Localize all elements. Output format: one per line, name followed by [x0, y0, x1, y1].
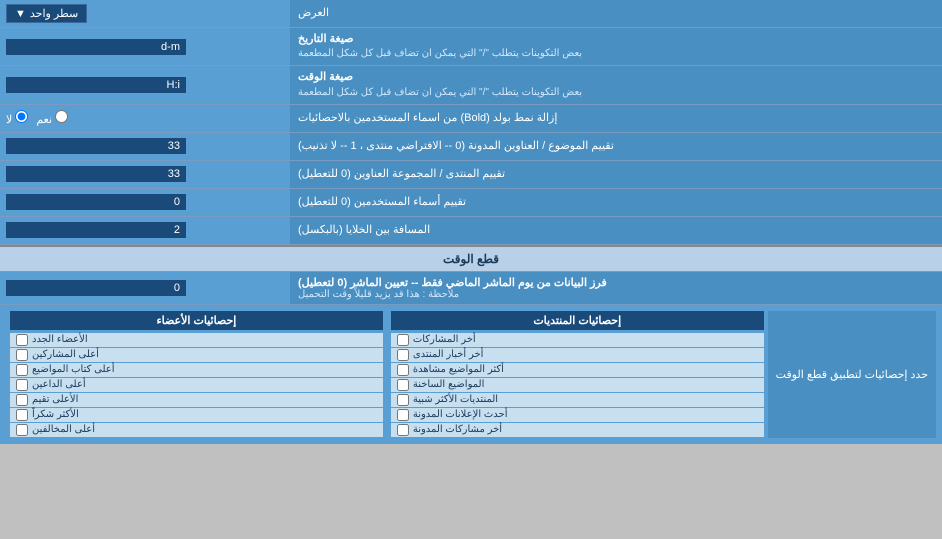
stats-item-5: أحدث الإعلانات المدونة — [391, 408, 764, 422]
forum-sort-field[interactable] — [6, 166, 186, 182]
stats-member-2: أعلى كتاب المواضيع — [10, 363, 383, 377]
stats-item-6: أخر مشاركات المدونة — [391, 423, 764, 437]
stats-members-col: إحصائيات الأعضاء الأعضاء الجدد أعلى المش… — [6, 311, 387, 438]
stats-member-1: أعلى المشاركين — [10, 348, 383, 362]
stats-member-6: أعلى المخالفين — [10, 423, 383, 437]
time-format-label: صيغة الوقت بعض التكوينات يتطلب "/" التي … — [290, 66, 942, 103]
cutoff-row-label: فرز البيانات من يوم الماشر الماضي فقط --… — [290, 272, 942, 304]
gap-label: المسافة بين الخلايا (بالبكسل) — [290, 217, 942, 244]
forum-sort-input-container — [0, 161, 290, 188]
stats-checkbox-section-label: حدد إحصائيات لتطبيق قطع الوقت — [768, 311, 936, 438]
stats-participations-check-6[interactable] — [397, 424, 409, 436]
display-input[interactable]: سطر واحد ▼ — [0, 0, 290, 27]
topic-sort-label: تقييم الموضوع / العناوين المدونة (0 -- ا… — [290, 133, 942, 160]
bold-no-label: لا — [6, 110, 28, 126]
stats-members-check-0[interactable] — [16, 334, 28, 346]
stats-item-4: المنتديات الأكثر شبية — [391, 393, 764, 407]
stats-item-3: المواضيع الساخنة — [391, 378, 764, 392]
stats-participations-check-3[interactable] — [397, 379, 409, 391]
time-format-field[interactable] — [6, 77, 186, 93]
stats-section: حدد إحصائيات لتطبيق قطع الوقت إحصائيات ا… — [0, 305, 942, 444]
stats-item-0: أخر المشاركات — [391, 333, 764, 347]
date-format-label: صيغة التاريخ بعض التكوينات يتطلب "/" الت… — [290, 28, 942, 65]
stats-participations-check-4[interactable] — [397, 394, 409, 406]
stats-members-check-2[interactable] — [16, 364, 28, 376]
stats-members-header: إحصائيات الأعضاء — [10, 311, 383, 330]
topic-sort-field[interactable] — [6, 138, 186, 154]
bold-yes-radio[interactable] — [55, 110, 68, 123]
gap-input-container — [0, 217, 290, 244]
bold-remove-input-container: نعم لا — [0, 105, 290, 132]
stats-participations-col: إحصائيات المنتديات أخر المشاركات أخر أخب… — [387, 311, 768, 438]
stats-members-check-4[interactable] — [16, 394, 28, 406]
stats-members-check-5[interactable] — [16, 409, 28, 421]
stats-participations-check-5[interactable] — [397, 409, 409, 421]
stats-item-2: أكثر المواضيع مشاهدة — [391, 363, 764, 377]
gap-field[interactable] — [6, 222, 186, 238]
cutoff-field[interactable] — [6, 280, 186, 296]
usernames-sort-input-container — [0, 189, 290, 216]
topic-sort-input-container — [0, 133, 290, 160]
stats-member-4: الأعلى تقيم — [10, 393, 383, 407]
date-format-input-container — [0, 28, 290, 65]
bold-no-radio[interactable] — [15, 110, 28, 123]
stats-members-check-6[interactable] — [16, 424, 28, 436]
stats-member-5: الأكثر شكراً — [10, 408, 383, 422]
usernames-sort-field[interactable] — [6, 194, 186, 210]
bold-remove-label: إزالة نمط بولد (Bold) من اسماء المستخدمي… — [290, 105, 942, 132]
stats-item-1: أخر أخبار المنتدى — [391, 348, 764, 362]
stats-members-check-3[interactable] — [16, 379, 28, 391]
cutoff-section-header: قطع الوقت — [0, 245, 942, 272]
stats-participations-check-2[interactable] — [397, 364, 409, 376]
stats-participations-header: إحصائيات المنتديات — [391, 311, 764, 330]
stats-participations-check-1[interactable] — [397, 349, 409, 361]
bold-yes-label: نعم — [36, 110, 68, 126]
stats-participations-check-0[interactable] — [397, 334, 409, 346]
stats-members-check-1[interactable] — [16, 349, 28, 361]
time-format-input-container — [0, 66, 290, 103]
usernames-sort-label: تقييم أسماء المستخدمين (0 للتعطيل) — [290, 189, 942, 216]
forum-sort-label: تقييم المنتدى / المجموعة العناوين (0 للت… — [290, 161, 942, 188]
display-label: العرض — [290, 0, 942, 27]
stats-member-3: أعلى الداعين — [10, 378, 383, 392]
stats-member-0: الأعضاء الجدد — [10, 333, 383, 347]
date-format-field[interactable] — [6, 39, 186, 55]
dropdown-arrow-icon: ▼ — [15, 8, 26, 20]
cutoff-input-container — [0, 272, 290, 304]
display-dropdown[interactable]: سطر واحد ▼ — [6, 4, 87, 23]
